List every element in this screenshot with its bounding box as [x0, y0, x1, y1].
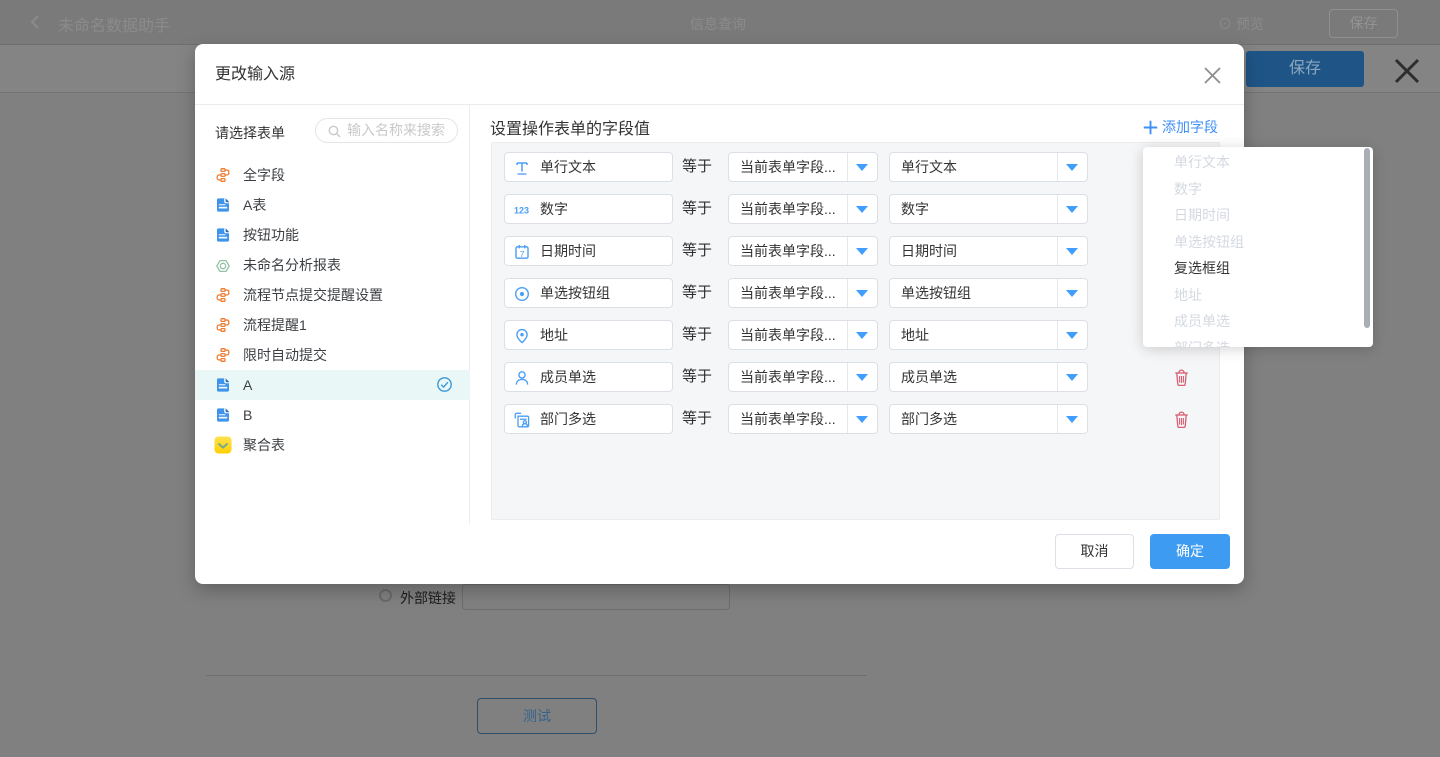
svg-text:123: 123 — [514, 206, 529, 216]
svg-text:7: 7 — [520, 249, 525, 259]
